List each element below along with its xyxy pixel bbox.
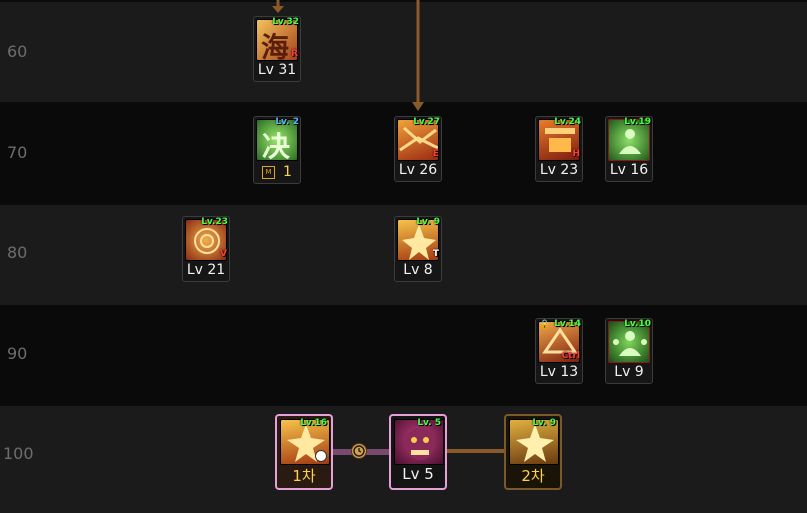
prerequisite-arrow [272,0,284,13]
skill-level-text: Lv 26 [398,162,438,178]
skill-level-badge: Lv.23 [201,217,228,227]
skill-slot-v[interactable]: Lv.23 V Lv 21 [182,216,230,282]
awakening-stage-text: 1차 [292,467,316,485]
skill-slot-h[interactable]: Lv.24 H Lv 23 [535,116,583,182]
skill-hotkey: Ctrl [561,351,580,361]
skill-slot-haiyang[interactable]: 海 Lv.32 R Lv 31 [253,16,301,82]
skill-level-text: Lv 9 [614,364,644,380]
skill-hotkey: H [572,149,580,159]
skill-level-text: Lv 16 [609,162,649,178]
skill-level-text: Lv 21 [186,262,226,278]
awakening-skill-3[interactable]: Lv. 9 2차 [504,414,562,490]
prerequisite-arrow [412,0,424,111]
skill-level-badge: Lv.24 [554,117,581,127]
mastery-level-value: 1 [283,164,292,180]
skill-level-text: Lv 8 [403,262,433,278]
skill-slot-t[interactable]: Lv. 9 T Lv 8 [394,216,442,282]
level-row-label: 90 [7,344,28,363]
level-row-60: 60 [0,2,807,102]
level-row-label: 70 [7,143,28,162]
level-row-label: 60 [7,42,28,61]
level-row-90: 90 [0,305,807,405]
skill-level-badge: Lv.27 [413,117,440,127]
skill-level-badge: Lv. 9 [416,217,440,227]
mastery-level: M1 [254,164,300,180]
skill-level-badge: Lv.32 [272,17,299,27]
level-row-label: 100 [3,444,34,463]
awakening-skill-2[interactable]: Lv. 5 Lv 5 [389,414,447,490]
skill-level-badge: Lv. 2 [275,117,299,127]
skill-level-badge: Lv.19 [624,117,651,127]
skill-hotkey: V [220,249,227,259]
skill-hotkey: R [291,49,298,59]
skill-level-badge: Lv.14 [554,319,581,329]
mastery-icon: M [262,165,276,179]
skill-level-text: Lv 31 [257,62,297,78]
awakening-skill-1[interactable]: Lv.16 1차 [275,414,333,490]
skill-level-badge: Lv. 5 [417,418,441,428]
skill-level-badge: Lv.16 [300,418,327,428]
awakening-stage-text: 2차 [521,467,545,485]
skill-level-text: Lv 5 [402,465,434,483]
skill-slot-ctrl[interactable]: 🔒 Lv.14 Ctrl Lv 13 [535,318,583,384]
clock-icon [351,443,367,459]
skill-hotkey: T [432,249,439,259]
skill-level-text: Lv 23 [539,162,579,178]
skill-level-badge: Lv.10 [624,319,651,329]
skill-level-text: Lv 13 [539,364,579,380]
skill-slot-meditation[interactable]: Lv.19 Lv 16 [605,116,653,182]
skill-slot-jue[interactable]: 决 Lv. 2 M1 [253,116,301,184]
clock-icon [315,450,327,462]
level-row-label: 80 [7,243,28,262]
skill-glyph: 决 [262,130,291,161]
skill-hotkey: E [432,149,439,159]
skill-glyph: 海 [261,31,290,61]
skill-slot-e[interactable]: Lv.27 E Lv 26 [394,116,442,182]
lock-icon: 🔒 [539,320,551,330]
skill-level-badge: Lv. 9 [532,418,556,428]
skill-slot-green-meditation[interactable]: Lv.10 Lv 9 [605,318,653,384]
